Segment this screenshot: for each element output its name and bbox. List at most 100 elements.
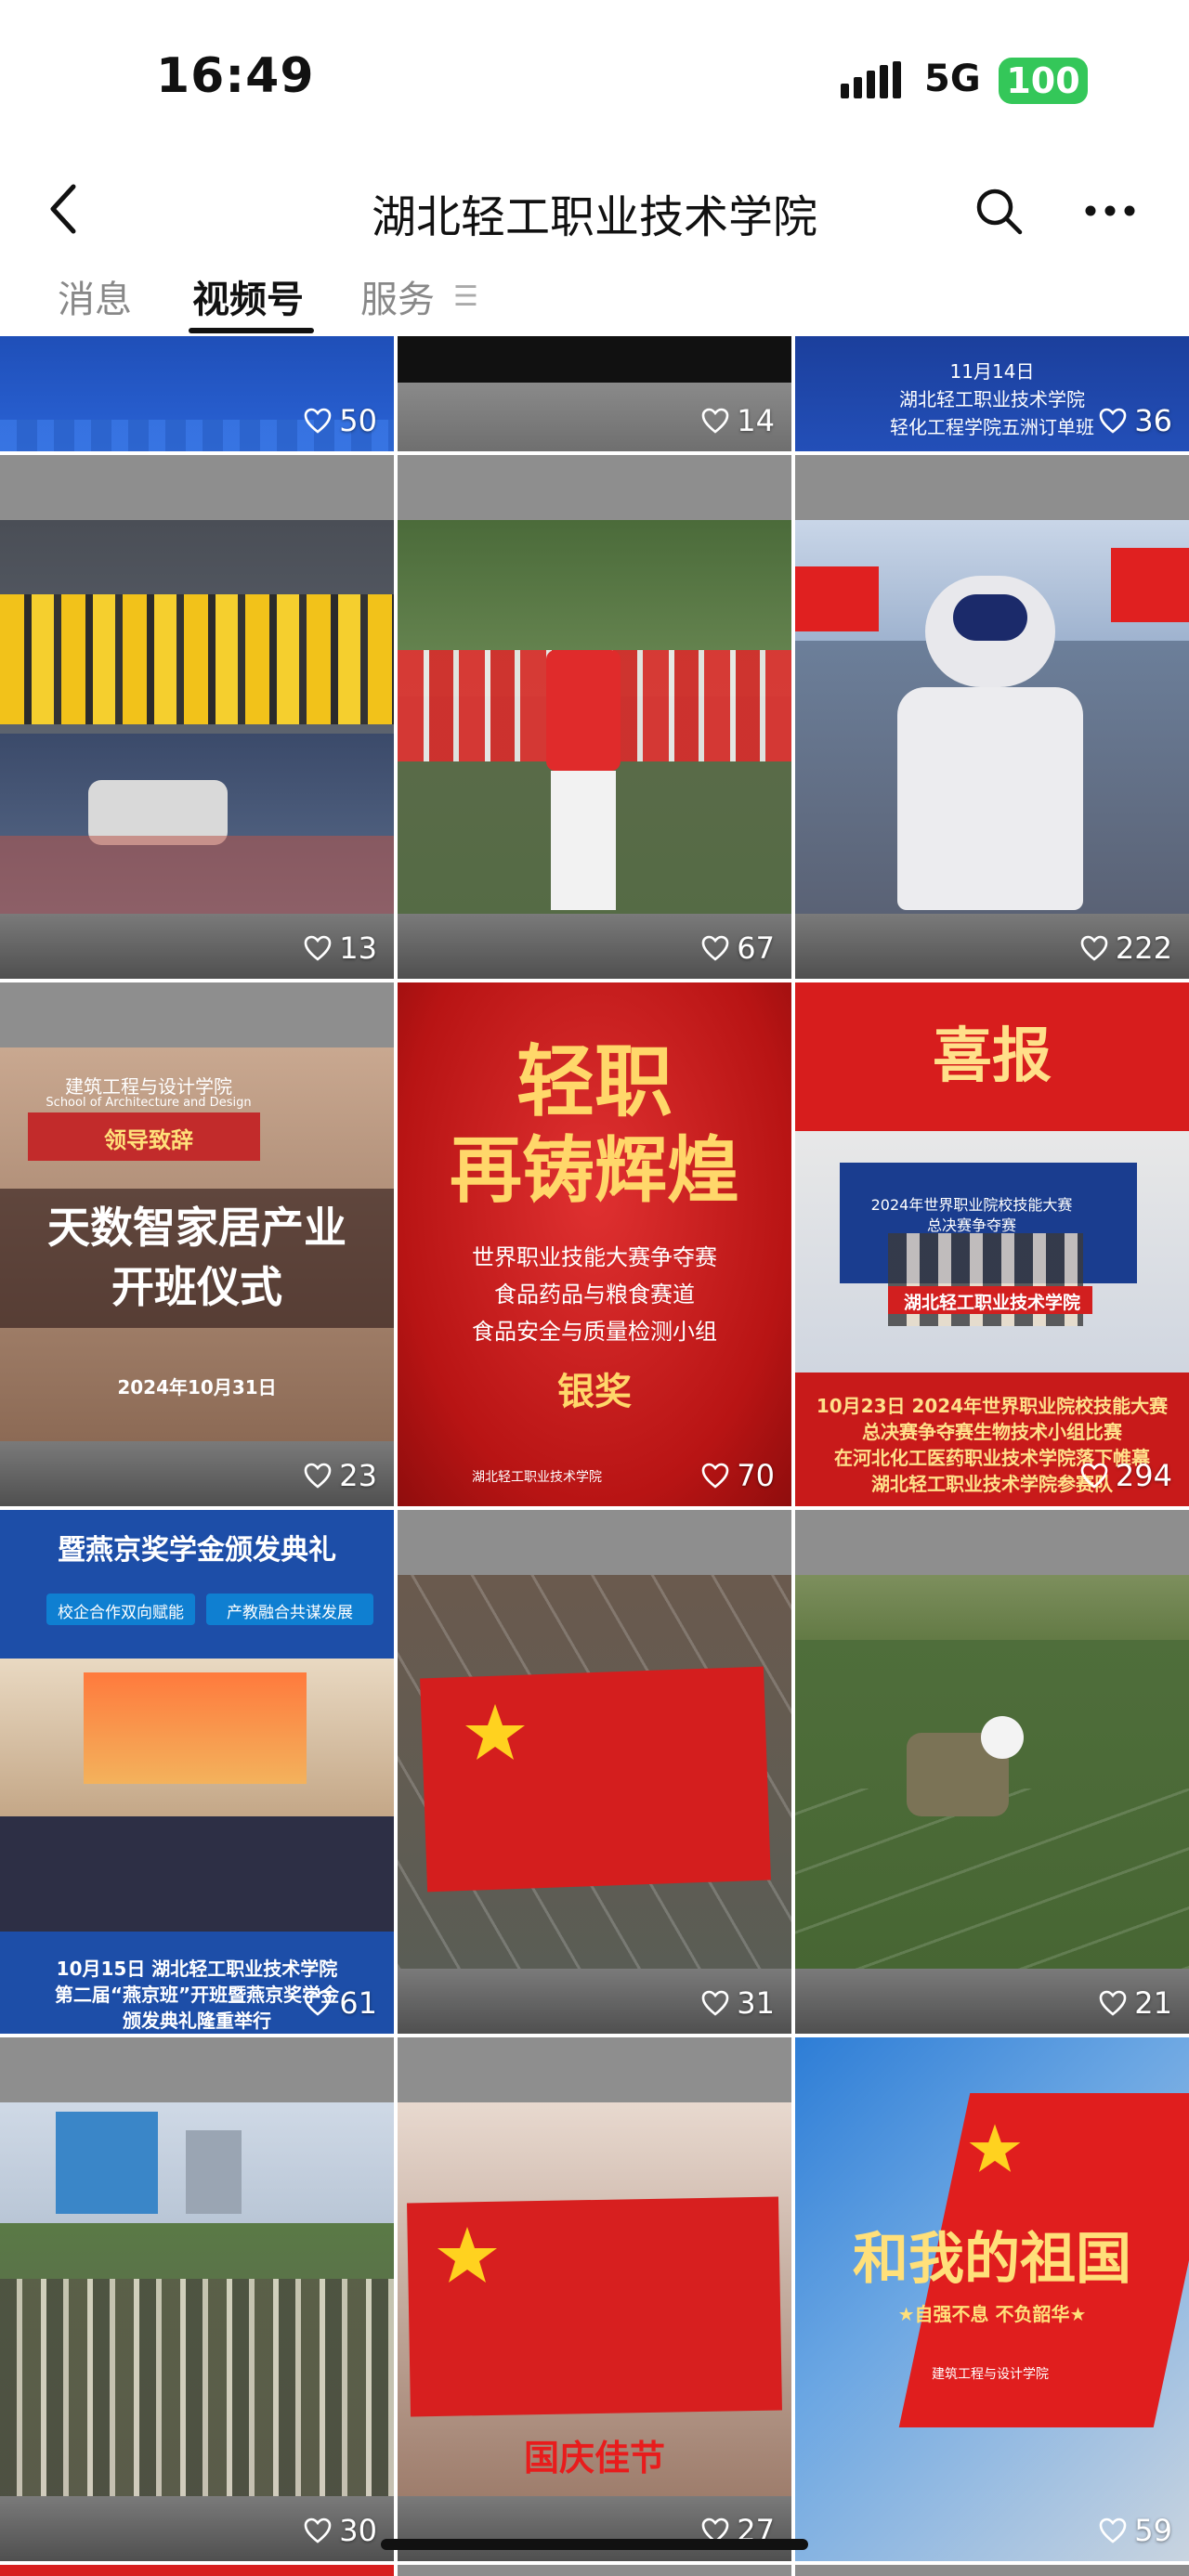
heart-icon [701, 935, 729, 961]
like-count: 294 [1080, 1458, 1172, 1493]
heart-icon [304, 1463, 332, 1489]
video-tile[interactable]: 14 [398, 336, 791, 451]
thumbnail-caption: 总决赛争夺赛生物技术小组比赛 [862, 1421, 1122, 1443]
thumbnail-caption: 暨燕京奖学金颁发典礼 [58, 1534, 336, 1567]
thumbnail-caption: 11月14日 [949, 360, 1035, 383]
video-thumbnail [56, 2112, 158, 2214]
video-tile[interactable]: 13 [0, 455, 394, 979]
video-thumbnail [953, 594, 1027, 641]
thumbnail-caption: 喜报 [933, 1021, 1052, 1091]
page-title: 湖北轻工职业技术学院 [371, 191, 817, 243]
active-tab-indicator [189, 328, 314, 333]
nav-bar: 湖北轻工职业技术学院 [0, 158, 1189, 260]
video-tile[interactable] [795, 2565, 1189, 2576]
thumbnail-caption: 和我的祖国 [853, 2227, 1131, 2292]
status-time: 16:49 [156, 48, 315, 104]
video-thumbnail [551, 771, 616, 910]
thumbnail-caption: 食品药品与粮食赛道 [494, 1281, 695, 1308]
star-icon [465, 1704, 525, 1760]
thumbnail-caption: 领导致辞 [104, 1127, 193, 1153]
heart-icon [304, 408, 332, 434]
thumbnail-caption: 10月15日 湖北轻工职业技术学院 [56, 1958, 338, 1980]
video-tile[interactable]: 喜报 2024年世界职业院校技能大赛 总决赛争夺赛 湖北轻工职业技术学院 10月… [795, 982, 1189, 1506]
tab-channels[interactable]: 视频号 [192, 269, 304, 323]
like-count: 36 [1099, 403, 1172, 438]
video-tile[interactable]: 建筑工程与设计学院 School of Architecture and Des… [0, 982, 394, 1506]
tab-messages[interactable]: 消息 [58, 269, 132, 323]
thumbnail-caption: 2024年世界职业院校技能大赛 [870, 1196, 1073, 1214]
video-tile[interactable]: 国庆佳节 27 [398, 2037, 791, 2561]
video-tile[interactable]: 50 [0, 336, 394, 451]
video-thumbnail [0, 836, 394, 914]
heart-icon [1080, 935, 1108, 961]
heart-icon [304, 1990, 332, 2016]
thumbnail-caption: 世界职业技能大赛争夺赛 [472, 1244, 717, 1270]
video-tile[interactable]: 222 [795, 455, 1189, 979]
thumbnail-caption: 再铸辉煌 [449, 1128, 739, 1213]
video-thumbnail [981, 1716, 1024, 1759]
more-button[interactable] [1078, 178, 1143, 243]
video-tile[interactable]: 11月14日 湖北轻工职业技术学院 轻化工程学院五洲订单班 36 [795, 336, 1189, 451]
video-grid: 50 14 11月14日 湖北轻工职业技术学院 轻化工程学院五洲订单班 36 1… [0, 336, 1189, 2576]
heart-icon [701, 1463, 729, 1489]
thumbnail-caption: 总决赛争夺赛 [926, 1216, 1016, 1234]
thumbnail-caption: 产教融合共谋发展 [227, 1604, 353, 1622]
thumbnail-caption: 天数智家居产业 [47, 1203, 346, 1253]
video-thumbnail [1111, 548, 1189, 622]
tab-bar: 消息 视频号 服务 ☰ [0, 260, 1189, 336]
video-tile[interactable]: 30 [0, 2037, 394, 2561]
thumbnail-caption: 2024年10月31日 [117, 1376, 277, 1399]
back-button[interactable] [35, 176, 91, 241]
star-icon [969, 2124, 1021, 2172]
thumbnail-caption: 湖北轻工职业技术学院 [903, 1293, 1080, 1313]
like-count: 14 [701, 403, 775, 438]
like-count: 222 [1080, 930, 1172, 966]
video-tile[interactable]: 31 [398, 1510, 791, 2034]
video-tile[interactable]: 轻职 再铸辉煌 世界职业技能大赛争夺赛 食品药品与粮食赛道 食品安全与质量检测小… [398, 982, 791, 1506]
thumbnail-caption: 食品安全与质量检测小组 [472, 1319, 717, 1345]
thumbnail-caption: ★自强不息 不负韶华★ [897, 2303, 1087, 2325]
heart-icon [1099, 408, 1127, 434]
video-thumbnail [0, 2279, 394, 2496]
video-thumbnail [546, 650, 621, 771]
video-tile[interactable]: 21 [795, 1510, 1189, 2034]
heart-icon [304, 935, 332, 961]
like-count: 30 [304, 2513, 377, 2548]
video-thumbnail [795, 566, 879, 631]
like-count: 70 [701, 1458, 775, 1493]
video-tile[interactable] [0, 2565, 394, 2576]
thumbnail-caption: 开班仪式 [111, 1262, 282, 1312]
tab-services[interactable]: 服务 [360, 269, 435, 323]
video-thumbnail [897, 687, 1083, 910]
like-count: 59 [1099, 2513, 1172, 2548]
more-dots-icon [1085, 205, 1135, 216]
thumbnail-caption: 10月23日 2024年世界职业院校技能大赛 [816, 1395, 1169, 1417]
like-count: 13 [304, 930, 377, 966]
heart-icon [701, 1990, 729, 2016]
signal-icon [841, 61, 901, 98]
heart-icon [1099, 2517, 1127, 2543]
video-tile[interactable] [398, 2565, 791, 2576]
like-count: 61 [304, 1985, 377, 2021]
like-count: 50 [304, 403, 377, 438]
search-button[interactable] [966, 178, 1031, 243]
video-tile[interactable]: 暨燕京奖学金颁发典礼 校企合作双向赋能 产教融合共谋发展 10月15日 湖北轻工… [0, 1510, 394, 2034]
heart-icon [1099, 1990, 1127, 2016]
thumbnail-caption: School of Architecture and Design [46, 1096, 252, 1110]
battery-cap [1080, 72, 1087, 89]
chevron-left-icon [50, 184, 76, 234]
like-count: 21 [1099, 1985, 1172, 2021]
menu-lines-icon: ☰ [453, 280, 478, 313]
star-icon [438, 2227, 497, 2283]
status-bar: 16:49 5G 100 [0, 0, 1189, 158]
thumbnail-caption: 校企合作双向赋能 [58, 1604, 184, 1622]
like-count: 67 [701, 930, 775, 966]
video-thumbnail [84, 1672, 307, 1784]
video-tile[interactable]: 67 [398, 455, 791, 979]
video-tile[interactable]: 和我的祖国 ★自强不息 不负韶华★ 建筑工程与设计学院 59 [795, 2037, 1189, 2561]
heart-icon [701, 408, 729, 434]
thumbnail-caption: 国庆佳节 [523, 2437, 665, 2478]
home-indicator[interactable] [381, 2539, 808, 2550]
like-count: 23 [304, 1458, 377, 1493]
like-count: 31 [701, 1985, 775, 2021]
